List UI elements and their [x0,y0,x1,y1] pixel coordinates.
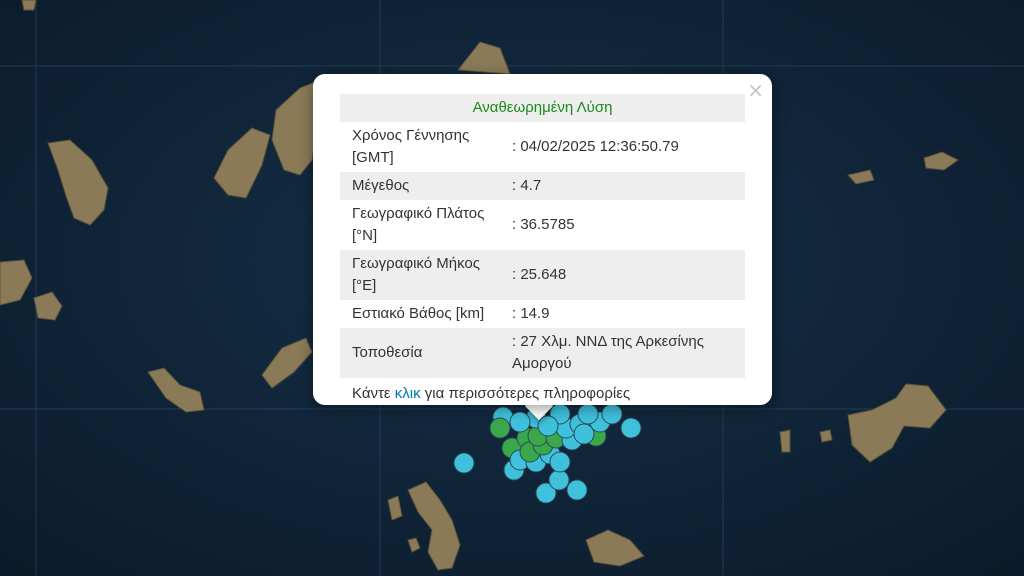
depth-value: : 14.9 [512,305,550,322]
event-info-table: Αναθεωρημένη Λύση Χρόνος Γέννησης [GMT] … [340,94,745,378]
event-marker[interactable] [601,403,623,425]
event-marker[interactable] [573,423,595,445]
origin-time-label: Χρόνος Γέννησης [GMT] [352,127,470,166]
event-marker[interactable] [577,403,599,425]
table-row: Μέγεθος : 4.7 [340,172,745,200]
event-popup: × Αναθεωρημένη Λύση Χρόνος Γέννησης [GMT… [313,74,772,405]
event-marker[interactable] [566,479,588,501]
footer-text-after: για περισσότερες πληροφορίες [420,385,631,402]
latitude-value: : 36.5785 [512,216,575,233]
table-row: Εστιακό Βάθος [km] : 14.9 [340,300,745,328]
magnitude-value: : 4.7 [508,172,745,200]
location-label: Τοποθεσία [340,328,508,378]
table-row: Γεωγραφικό Μήκος [°E] : 25.648 [340,250,745,300]
event-marker[interactable] [620,417,642,439]
table-row: Τοποθεσία : 27 Χλμ. ΝΝΔ της Αρκεσίνης Αμ… [340,328,745,378]
popup-title-row: Αναθεωρημένη Λύση [340,94,745,122]
footer-text-before: Κάντε [352,385,395,402]
event-marker[interactable] [453,452,475,474]
event-marker[interactable] [548,469,570,491]
table-row: Χρόνος Γέννησης [GMT] : 04/02/2025 12:36… [340,122,745,172]
popup-footer: Κάντε κλικ για περισσότερες πληροφορίες [340,385,745,402]
table-row: Γεωγραφικό Πλάτος [°N] : 36.5785 [340,200,745,250]
longitude-value: : 25.648 [508,250,745,300]
magnitude-label: Μέγεθος [340,172,508,200]
island-top-left [21,0,37,11]
event-marker[interactable] [489,417,511,439]
location-value: : 27 Χλμ. ΝΝΔ της Αρκεσίνης Αμοργού [508,328,745,378]
latitude-label: Γεωγραφικό Πλάτος [°N] [352,205,485,244]
event-marker[interactable] [509,411,531,433]
island-tiny-east [779,429,791,453]
origin-time-value: : 04/02/2025 12:36:50.79 [512,138,679,155]
more-info-link[interactable]: κλικ [395,385,421,402]
event-marker[interactable] [537,415,559,437]
popup-title: Αναθεωρημένη Λύση [340,94,745,122]
island-tiny-east-2 [819,429,833,443]
close-icon[interactable]: × [747,80,764,100]
event-marker[interactable] [549,451,571,473]
depth-label: Εστιακό Βάθος [km] [352,305,485,322]
longitude-label: Γεωγραφικό Μήκος [°E] [340,250,508,300]
